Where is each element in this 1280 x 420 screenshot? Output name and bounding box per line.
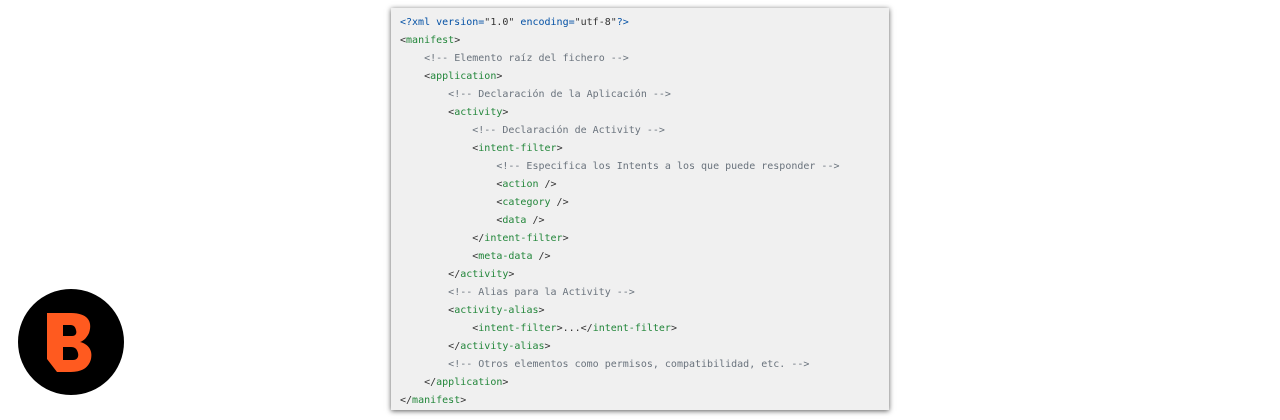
code-token-text: > (670, 323, 677, 334)
code-token-tag: application (436, 377, 503, 388)
code-token-comment: <!-- Alias para la Activity --> (448, 287, 635, 298)
code-line: <!-- Especifica los Intents a los que pu… (400, 158, 889, 176)
code-line: <intent-filter>...</intent-filter> (400, 320, 889, 338)
code-token-text: /> (550, 197, 569, 208)
code-token-text: </ (448, 269, 461, 280)
code-block: <?xml version="1.0" encoding="utf-8"?> <m… (391, 8, 889, 410)
code-line: <?xml version="1.0" encoding="utf-8"?> (400, 14, 889, 32)
code-token-text: > (460, 395, 467, 406)
code-token-comment: <!-- Otros elementos como permisos, comp… (448, 359, 810, 370)
code-line: </application> (400, 374, 889, 392)
code-line: </manifest> (400, 392, 889, 410)
code-token-tag: application (430, 71, 497, 82)
code-token-tag: activity (454, 107, 503, 118)
code-line: <!-- Otros elementos como permisos, comp… (400, 356, 889, 374)
code-token-tag: category (502, 197, 551, 208)
code-token-text: > (454, 35, 461, 46)
code-line: <category /> (400, 194, 889, 212)
code-line: <action /> (400, 176, 889, 194)
code-token-tag: manifest (412, 395, 461, 406)
code-token-text: /> (526, 215, 545, 226)
code-token-tag: intent-filter (478, 323, 557, 334)
code-token-text: > (544, 341, 551, 352)
code-line: <!-- Declaración de Activity --> (400, 122, 889, 140)
code-token-text: </ (448, 341, 461, 352)
code-token-text: /> (532, 251, 551, 262)
code-token-text: > (502, 107, 509, 118)
code-token-decl: <?xml version= (400, 17, 485, 28)
code-token-text: > (508, 269, 515, 280)
code-line: <!-- Alias para la Activity --> (400, 284, 889, 302)
code-line: <meta-data /> (400, 248, 889, 266)
code-line: <intent-filter> (400, 140, 889, 158)
brand-b-icon (47, 313, 92, 372)
code-line: <manifest> (400, 32, 889, 50)
code-token-text: > (502, 377, 509, 388)
code-token-text: >...</ (556, 323, 593, 334)
code-token-tag: meta-data (478, 251, 533, 262)
code-token-tag: activity-alias (454, 305, 539, 316)
code-token-decl: encoding= (514, 17, 575, 28)
code-token-tag: action (502, 179, 539, 190)
code-token-text: "1.0" (484, 17, 515, 28)
code-token-text: > (562, 233, 569, 244)
code-token-text: "utf-8" (574, 17, 617, 28)
code-token-comment: <!-- Declaración de Activity --> (472, 125, 665, 136)
code-line: </activity> (400, 266, 889, 284)
code-token-tag: intent-filter (592, 323, 671, 334)
code-token-tag: activity (460, 269, 509, 280)
code-line: <!-- Elemento raíz del fichero --> (400, 50, 889, 68)
code-token-comment: <!-- Elemento raíz del fichero --> (424, 53, 629, 64)
code-line: <data /> (400, 212, 889, 230)
code-line: </activity-alias> (400, 338, 889, 356)
code-token-text: > (556, 143, 563, 154)
code-line: </intent-filter> (400, 230, 889, 248)
code-token-text: > (496, 71, 503, 82)
code-token-tag: manifest (406, 35, 455, 46)
code-line: <!-- Declaración de la Aplicación --> (400, 86, 889, 104)
code-token-tag: intent-filter (484, 233, 563, 244)
code-token-text: /> (538, 179, 557, 190)
code-token-tag: data (502, 215, 527, 226)
code-token-decl: ?> (616, 17, 629, 28)
brand-logo (18, 289, 124, 395)
code-token-text: </ (472, 233, 485, 244)
code-token-comment: <!-- Declaración de la Aplicación --> (448, 89, 671, 100)
code-token-text: > (538, 305, 545, 316)
code-token-comment: <!-- Especifica los Intents a los que pu… (496, 161, 840, 172)
logo-letter-shape (47, 313, 92, 372)
code-token-tag: intent-filter (478, 143, 557, 154)
code-line: <activity-alias> (400, 302, 889, 320)
code-token-text: </ (424, 377, 437, 388)
code-token-tag: activity-alias (460, 341, 545, 352)
code-token-text: </ (400, 395, 413, 406)
code-line: <application> (400, 68, 889, 86)
code-line: <activity> (400, 104, 889, 122)
